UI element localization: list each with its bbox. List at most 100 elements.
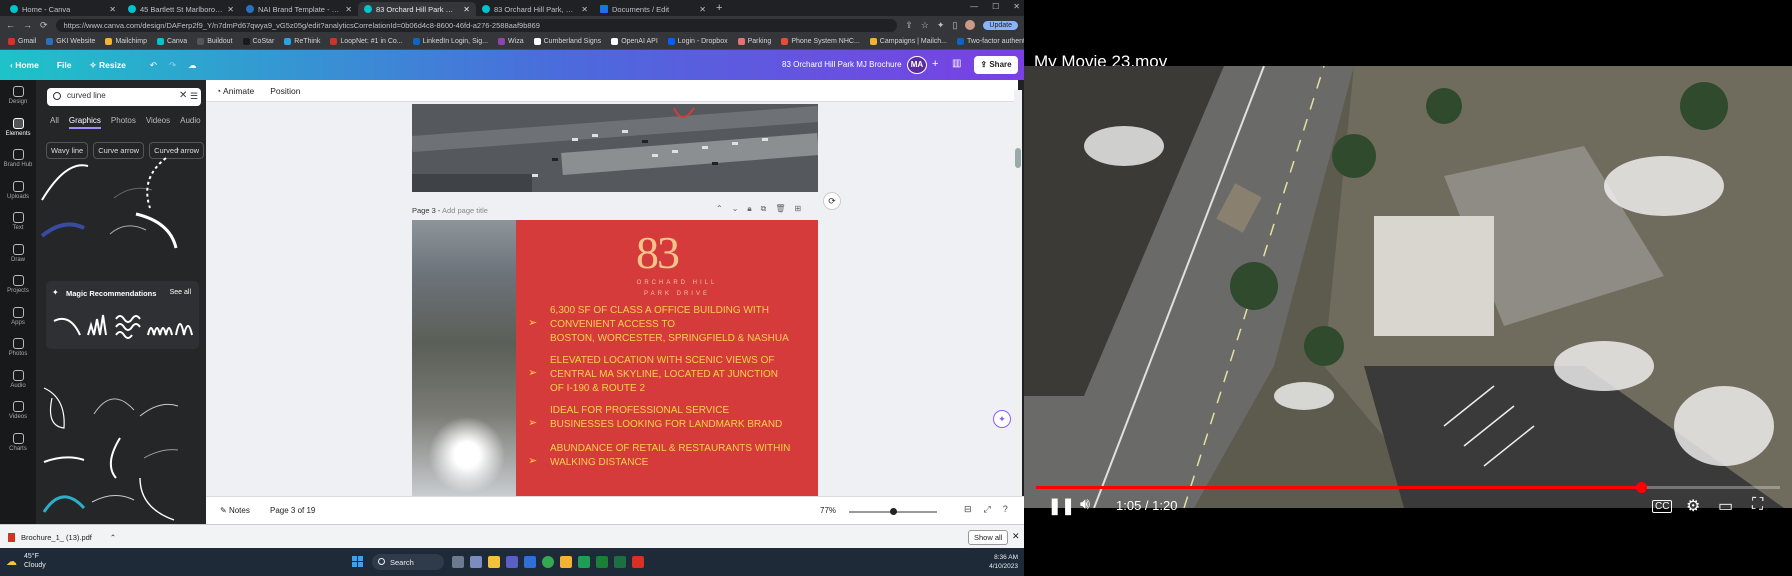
bookmark-item[interactable]: Gmail	[8, 38, 36, 45]
bookmark-item[interactable]: Campaigns | Mailch...	[869, 38, 947, 45]
rail-item-draw[interactable]: Draw	[0, 243, 36, 263]
rail-item-uploads[interactable]: Uploads	[0, 180, 36, 200]
zoom-level[interactable]: 77%	[820, 506, 836, 515]
position-button[interactable]: Position	[270, 86, 300, 96]
show-all-button[interactable]: Show all	[968, 530, 1009, 545]
rail-item-charts[interactable]: Charts	[0, 432, 36, 452]
file-menu[interactable]: File	[57, 60, 72, 70]
grid-view-icon[interactable]: ⊟	[964, 504, 972, 515]
reload-icon[interactable]: ⟳	[40, 20, 48, 31]
aerial-landscape-photo[interactable]	[412, 220, 516, 496]
start-button[interactable]	[352, 556, 363, 567]
taskbar-search[interactable]: Search	[372, 554, 444, 570]
help-icon[interactable]: ?	[1003, 504, 1008, 515]
close-download-bar-icon[interactable]: ✕	[1012, 531, 1020, 542]
back-icon[interactable]: ←	[6, 20, 15, 30]
bookmark-item[interactable]: OpenAI API	[611, 38, 658, 45]
file-explorer-icon[interactable]	[488, 556, 500, 568]
bookmark-item[interactable]: Login - Dropbox	[667, 38, 728, 45]
bookmark-item[interactable]: GKI Website	[46, 38, 95, 45]
zoom-slider[interactable]	[849, 508, 937, 515]
move-down-icon[interactable]: ⌄	[732, 204, 739, 214]
settings-gear-icon[interactable]: ⚙	[1686, 496, 1700, 516]
rail-item-photos[interactable]: Photos	[0, 338, 36, 357]
page-label[interactable]: Page 3 - Add page title	[412, 206, 488, 215]
close-tab-icon[interactable]: ✕	[109, 5, 116, 14]
browser-tab[interactable]: NAI Brand Template - 11 × 8.5in ✕	[240, 2, 358, 16]
rail-item-elements[interactable]: Elements	[0, 117, 36, 137]
duplicate-icon[interactable]: ⧉	[761, 204, 767, 214]
close-tab-icon[interactable]: ✕	[699, 5, 706, 14]
panel-tab-videos[interactable]: Videos	[146, 116, 170, 129]
app-icon[interactable]	[578, 556, 590, 568]
scrollbar-thumb[interactable]	[1015, 148, 1021, 168]
browser-tab[interactable]: 83 Orchard Hill Park, Leominste ✕	[476, 2, 594, 16]
magic-assistant-icon[interactable]: ✦	[993, 410, 1011, 428]
panel-tab-all[interactable]: All	[50, 116, 59, 129]
canvas-scrollbar[interactable]	[1014, 90, 1022, 520]
rail-item-videos[interactable]: Videos	[0, 401, 36, 420]
notes-button[interactable]: ✎ Notes	[220, 506, 250, 515]
close-tab-icon[interactable]: ✕	[463, 5, 470, 14]
panel-tab-photos[interactable]: Photos	[111, 116, 136, 129]
rail-item-text[interactable]: Text	[0, 212, 36, 231]
share-page-icon[interactable]: ⇪	[905, 20, 913, 31]
delete-icon[interactable]: 🗑︎	[775, 204, 785, 214]
widgets-icon[interactable]	[470, 556, 482, 568]
lock-icon[interactable]: 🔒︎	[747, 204, 751, 214]
search-input[interactable]: curved line ✕ ☰	[47, 88, 201, 106]
teams-icon[interactable]	[506, 556, 518, 568]
forward-icon[interactable]: →	[23, 20, 32, 30]
close-window-button[interactable]: ✕	[1013, 2, 1020, 11]
bookmark-item[interactable]: Wiza	[498, 38, 524, 45]
maximize-button[interactable]: ☐	[992, 2, 999, 11]
add-page-icon[interactable]: ⊞	[795, 204, 802, 214]
edge-icon[interactable]	[524, 556, 536, 568]
zoom-slider-knob[interactable]	[890, 508, 897, 515]
panel-tab-graphics[interactable]: Graphics	[68, 116, 101, 129]
browser-tab[interactable]: 45 Bartlett St Marlborough - JK M✕	[122, 2, 240, 16]
url-field[interactable]: https://www.canva.com/design/DAFerp2f9_Y…	[55, 18, 898, 32]
move-up-icon[interactable]: ⌃	[716, 204, 723, 214]
bookmark-star-icon[interactable]: ☆	[921, 20, 929, 31]
close-tab-icon[interactable]: ✕	[227, 5, 234, 14]
rail-item-brand-hub[interactable]: Brand Hub	[0, 149, 36, 168]
fullscreen-icon[interactable]: ⛶	[1752, 496, 1763, 514]
animate-button[interactable]: ◔ Animate	[216, 86, 254, 96]
profile-avatar[interactable]	[965, 20, 976, 30]
minimize-button[interactable]: —	[970, 2, 978, 11]
redo-icon[interactable]: ↷	[169, 60, 176, 71]
video-frame[interactable]	[1024, 66, 1792, 508]
bookmark-item[interactable]: Two-factor authenti...	[956, 38, 1024, 45]
new-tab-button[interactable]: +	[716, 2, 722, 14]
extensions-icon[interactable]: ✦	[937, 20, 945, 31]
bookmark-item[interactable]: Buildout	[197, 38, 233, 45]
bookmark-item[interactable]: Parking	[737, 38, 771, 45]
insights-icon[interactable]: ▥	[952, 58, 961, 69]
filter-icon[interactable]: ☰	[190, 91, 198, 102]
rail-item-projects[interactable]: Projects	[0, 275, 36, 294]
captions-icon[interactable]: CC	[1652, 500, 1673, 513]
see-all-link[interactable]: See all	[170, 289, 191, 296]
bookmark-item[interactable]: Cumberland Signs	[533, 38, 601, 45]
fullscreen-icon[interactable]: ⤢	[984, 504, 991, 515]
video-progress-bar[interactable]	[1036, 482, 1780, 493]
app-icon[interactable]	[560, 556, 572, 568]
bookmark-item[interactable]: CoStar	[242, 38, 274, 45]
rail-item-design[interactable]: Design	[0, 86, 36, 105]
video-player[interactable]: My Movie 23.mov ❚❚ 🔊︎ 1:05 / 1:20 CC ⚙ ▭…	[1024, 0, 1792, 576]
bookmark-item[interactable]: LoopNet: #1 in Co...	[330, 38, 403, 45]
bookmark-item[interactable]: Phone System NHC...	[781, 38, 860, 45]
browser-tab[interactable]: Home - Canva ✕	[4, 2, 122, 16]
miniplayer-icon[interactable]: ▭	[1718, 496, 1733, 516]
browser-tab[interactable]: Documents / Edit ✕	[594, 2, 712, 16]
chevron-up-icon[interactable]: ⌃	[110, 533, 116, 542]
rotate-icon[interactable]: ⟳	[823, 192, 841, 210]
close-tab-icon[interactable]: ✕	[581, 5, 588, 14]
excel-icon[interactable]	[614, 556, 626, 568]
panel-tab-audio[interactable]: Audio	[180, 116, 200, 129]
sidebar-icon[interactable]: ▯	[952, 20, 957, 31]
close-tab-icon[interactable]: ✕	[345, 5, 352, 14]
bookmark-item[interactable]: LinkedIn Login, Sig...	[412, 38, 488, 45]
back-home-button[interactable]: ‹ Home	[10, 60, 39, 70]
